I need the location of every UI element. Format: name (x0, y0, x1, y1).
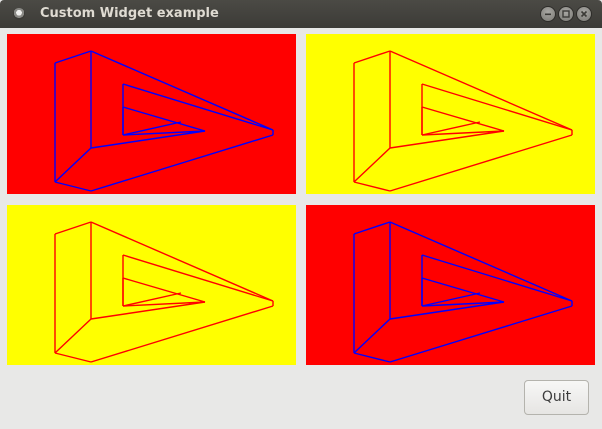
triangle-edge (421, 83, 573, 131)
triangle-edge (389, 221, 573, 302)
triangle-edge (353, 221, 391, 235)
minimize-button[interactable] (540, 6, 556, 22)
custom-widget-2 (306, 34, 595, 194)
triangle-edge (353, 147, 391, 183)
title-bar[interactable]: Custom Widget example (0, 0, 602, 28)
impossible-triangle-drawing (54, 50, 274, 192)
triangle-edge (54, 50, 92, 64)
triangle-edge (54, 352, 92, 363)
main-window: Custom Widget example Quit (0, 0, 602, 429)
triangle-edge (122, 254, 274, 302)
triangle-edge (421, 277, 505, 303)
app-icon (13, 8, 25, 20)
maximize-button[interactable] (558, 6, 574, 22)
triangle-edge (90, 50, 274, 131)
quit-button[interactable]: Quit (524, 380, 589, 415)
triangle-edge (353, 181, 391, 192)
triangle-edge (353, 352, 391, 363)
triangle-edge (122, 277, 206, 303)
triangle-edge (421, 254, 573, 302)
close-icon (580, 10, 588, 18)
triangle-edge (389, 50, 573, 131)
impossible-triangle-drawing (54, 221, 274, 363)
minimize-icon (545, 13, 551, 16)
triangle-edge (421, 106, 505, 132)
triangle-edge (54, 181, 92, 192)
impossible-triangle-drawing (353, 50, 573, 192)
triangle-edge (353, 318, 391, 354)
triangle-edge (54, 147, 92, 183)
triangle-edge (54, 221, 92, 235)
maximize-icon (562, 10, 570, 18)
triangle-edge (90, 221, 274, 302)
triangle-edge (122, 83, 274, 131)
custom-widget-1 (7, 34, 296, 194)
custom-widget-3 (7, 205, 296, 365)
window-title: Custom Widget example (40, 6, 219, 21)
close-button[interactable] (576, 6, 592, 22)
triangle-edge (122, 106, 206, 132)
triangle-edge (353, 50, 391, 64)
impossible-triangle-drawing (353, 221, 573, 363)
triangle-edge (54, 318, 92, 354)
custom-widget-4 (306, 205, 595, 365)
